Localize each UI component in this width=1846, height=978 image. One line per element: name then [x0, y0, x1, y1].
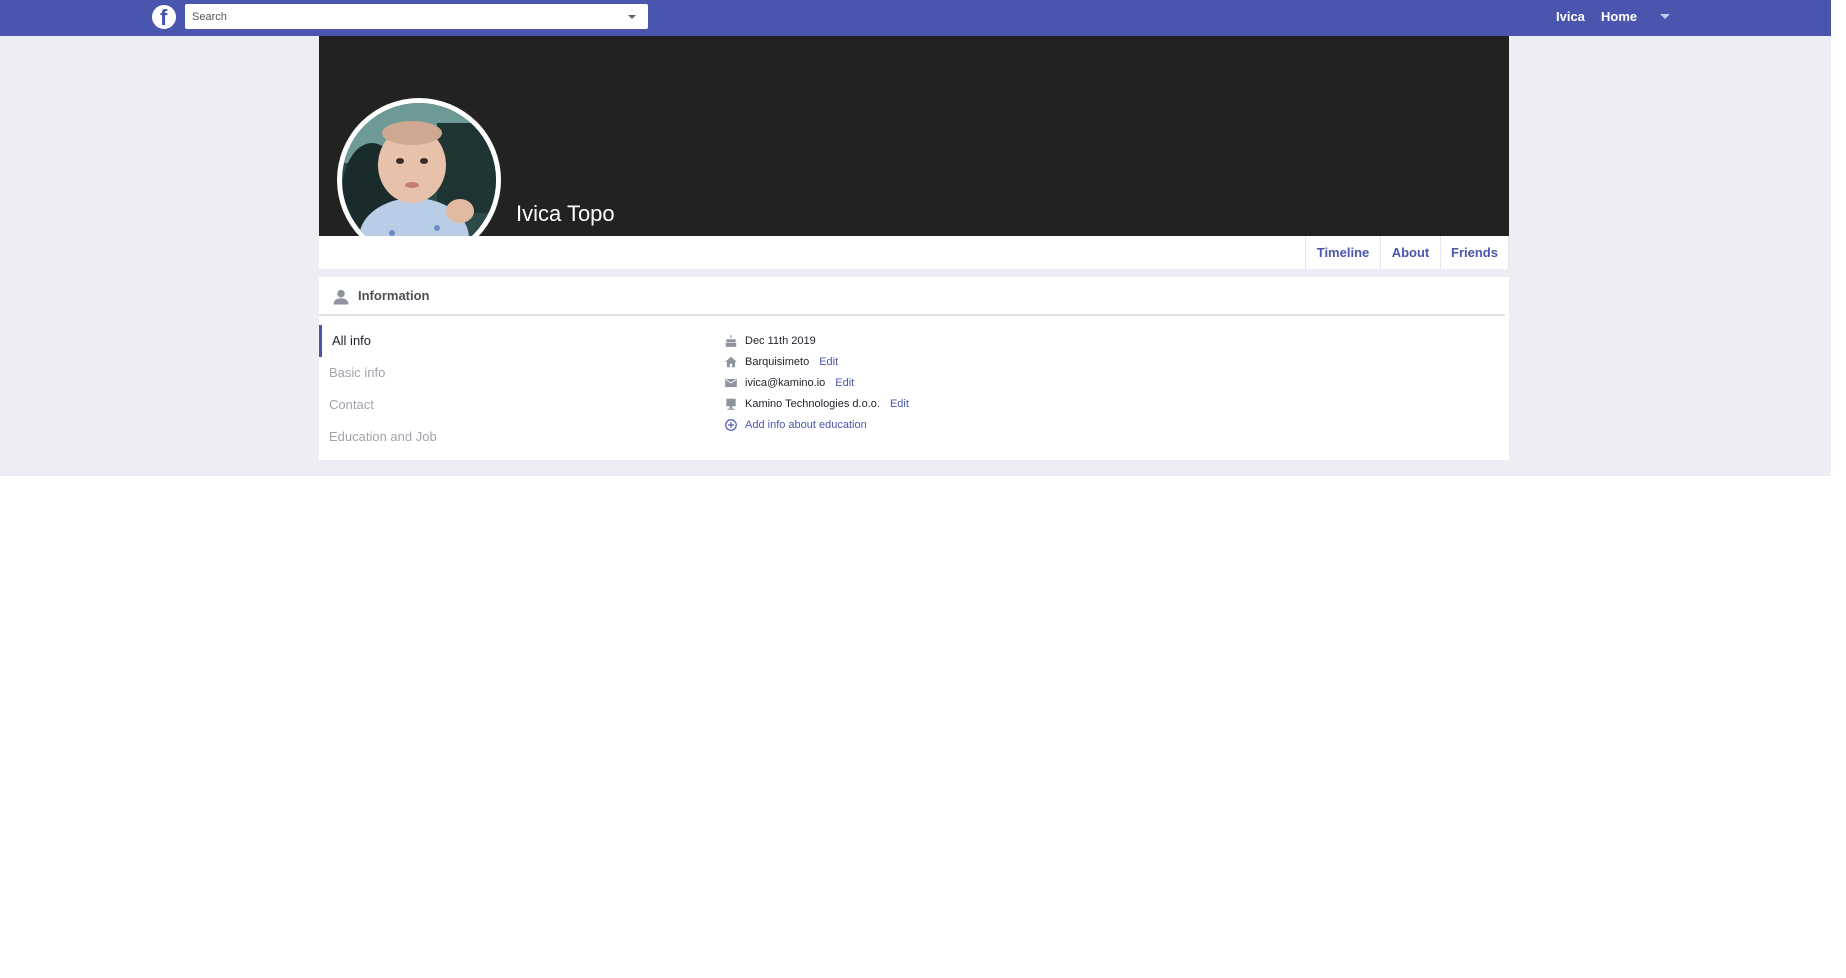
info-row-hometown: Barquisimeto Edit [724, 353, 838, 371]
cake-icon [725, 335, 737, 347]
sidebar-item-basic-info[interactable]: Basic info [329, 365, 385, 380]
nav-home-link[interactable]: Home [1601, 9, 1637, 24]
email-text: ivica@kamino.io [745, 377, 826, 389]
tab-about[interactable]: About [1380, 236, 1440, 269]
sidebar-item-all-info[interactable]: All info [332, 333, 371, 348]
hometown-text: Barquisimeto [745, 356, 810, 368]
work-text: Kamino Technologies d.o.o. [745, 398, 880, 410]
information-title: Information [358, 288, 430, 303]
cover-photo [319, 36, 1509, 236]
profile-tabs: Timeline About Friends [319, 236, 1509, 269]
top-bar: f Ivica Home [0, 0, 1831, 36]
info-row-birthday: Dec 11th 2019 [724, 332, 816, 350]
add-education-text[interactable]: Add info about education [745, 419, 867, 431]
active-indicator [319, 325, 322, 357]
add-education-link[interactable]: Add info about education [724, 416, 867, 434]
sidebar-item-education-job[interactable]: Education and Job [329, 429, 437, 444]
search-box[interactable] [185, 4, 648, 29]
add-circle-icon[interactable] [724, 418, 738, 432]
caret-down-icon[interactable] [1660, 14, 1670, 19]
birthday-text: Dec 11th 2019 [745, 335, 816, 347]
info-row-email: ivica@kamino.io Edit [724, 374, 854, 392]
baby-photo-image [342, 103, 496, 257]
info-row-work: Kamino Technologies d.o.o. Edit [724, 395, 909, 413]
home-icon [725, 356, 737, 368]
edit-email-link[interactable]: Edit [835, 377, 854, 389]
nav-user-link[interactable]: Ivica [1556, 9, 1585, 24]
edit-work-link[interactable]: Edit [890, 398, 909, 410]
profile-name: Ivica Topo [516, 201, 615, 226]
facebook-logo-icon[interactable]: f [152, 5, 176, 30]
search-input[interactable] [185, 4, 615, 29]
information-card: Information All info Basic info Contact … [319, 277, 1509, 460]
mail-icon [725, 378, 737, 388]
search-dropdown-icon[interactable] [628, 15, 636, 19]
profile-photo [342, 103, 496, 257]
edit-hometown-link[interactable]: Edit [819, 356, 838, 368]
information-header: Information [319, 277, 1505, 316]
tab-friends[interactable]: Friends [1440, 236, 1509, 269]
person-icon [333, 289, 349, 305]
sidebar-item-contact[interactable]: Contact [329, 397, 374, 412]
tab-timeline[interactable]: Timeline [1305, 236, 1380, 269]
work-icon [726, 398, 736, 410]
